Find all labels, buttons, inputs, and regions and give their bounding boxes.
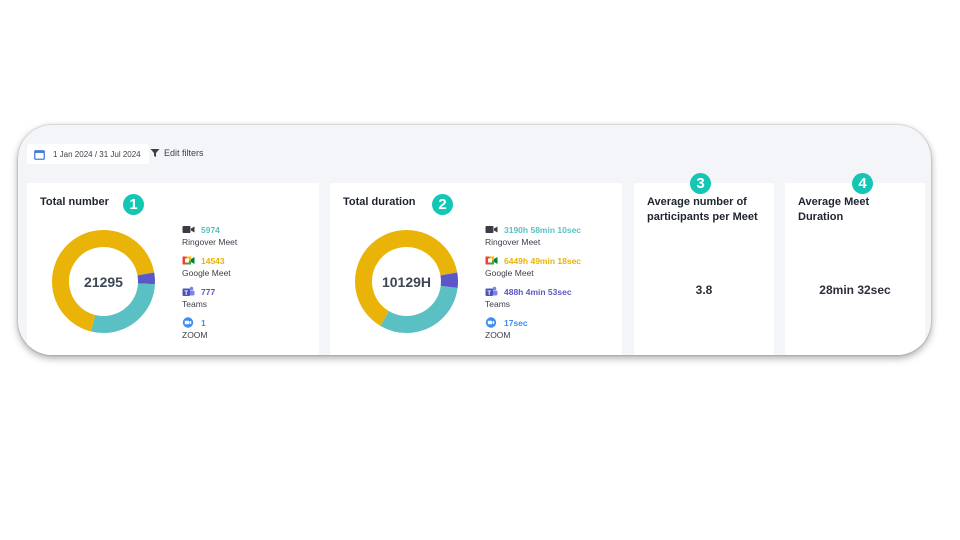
date-range-text: 1 Jan 2024 / 31 Jul 2024 — [53, 149, 141, 159]
step-badge-3: 3 — [690, 173, 711, 194]
legend-label: ZOOM — [182, 330, 208, 340]
total-duration-card: Total duration 2 10129H 3190h 58min 10se… — [330, 183, 622, 355]
filter-icon — [150, 149, 160, 157]
legend-label: Teams — [485, 299, 511, 309]
legend-item-teams: T 777 Teams — [182, 285, 332, 316]
legend-value: 777 — [201, 286, 216, 297]
ringover-icon — [182, 226, 195, 233]
avg-participants-card: Average number of participants per Meet … — [634, 173, 774, 355]
card-title-line: Average Meet — [798, 196, 870, 208]
legend-label: Google Meet — [485, 268, 534, 278]
legend-value: 5974 — [201, 224, 220, 235]
donut-center-value: 10129H — [381, 273, 432, 290]
donut-legend: 3190h 58min 10sec Ringover Meet 6449h 49… — [485, 223, 635, 347]
avg-duration-value: 28min 32sec — [819, 283, 891, 297]
card-title-line: Duration — [798, 211, 844, 223]
calendar-icon — [34, 149, 45, 160]
avg-duration-card: Average Meet Duration 4 28min 32sec — [785, 173, 925, 355]
svg-text:T: T — [184, 291, 188, 297]
legend-value: 1 — [201, 317, 206, 328]
zoom-icon — [182, 317, 194, 328]
card-title: Average Meet Duration — [798, 195, 869, 225]
step-badge-1: 1 — [123, 194, 144, 215]
legend-item-teams: T 488h 4min 53sec Teams — [485, 285, 635, 316]
legend-label: Ringover Meet — [485, 237, 541, 247]
edit-filters-button[interactable]: Edit filters — [150, 148, 204, 158]
meetings-stats-panel: 1 Jan 2024 / 31 Jul 2024 Edit filters To… — [18, 125, 931, 355]
teams-icon: T — [485, 286, 498, 297]
card-title: Total number — [40, 196, 109, 208]
legend-label: ZOOM — [485, 330, 511, 340]
card-title: Average number of participants per Meet — [647, 195, 758, 225]
legend-item-google-meet: 14543 Google Meet — [182, 254, 332, 285]
teams-icon: T — [182, 286, 195, 297]
step-badge-2: 2 — [432, 194, 453, 215]
donut-legend: 5974 Ringover Meet 14543 Google Meet T 7… — [182, 223, 332, 347]
legend-item-ringover: 3190h 58min 10sec Ringover Meet — [485, 223, 635, 254]
legend-item-zoom: 1 ZOOM — [182, 316, 332, 347]
legend-value: 14543 — [201, 255, 225, 266]
legend-item-google-meet: 6449h 49min 18sec Google Meet — [485, 254, 635, 285]
legend-value: 488h 4min 53sec — [504, 286, 572, 297]
donut-center-value: 21295 — [84, 273, 123, 290]
legend-label: Google Meet — [182, 268, 231, 278]
card-title-line: participants per Meet — [647, 211, 758, 223]
google-meet-icon — [485, 256, 498, 265]
legend-item-zoom: 17sec ZOOM — [485, 316, 635, 347]
card-title-line: Average number of — [647, 196, 747, 208]
total-number-card: Total number 1 21295 5974 Ringover Meet … — [27, 183, 319, 355]
date-range-picker[interactable]: 1 Jan 2024 / 31 Jul 2024 — [27, 144, 149, 164]
zoom-icon — [485, 317, 497, 328]
legend-label: Ringover Meet — [182, 237, 238, 247]
legend-value: 17sec — [504, 317, 528, 328]
legend-value: 3190h 58min 10sec — [504, 224, 582, 235]
legend-label: Teams — [182, 299, 208, 309]
legend-value: 6449h 49min 18sec — [504, 255, 582, 266]
legend-item-ringover: 5974 Ringover Meet — [182, 223, 332, 254]
card-title: Total duration — [343, 196, 416, 208]
edit-filters-label: Edit filters — [164, 148, 204, 158]
ringover-icon — [485, 226, 498, 233]
step-badge-4: 4 — [852, 173, 873, 194]
google-meet-icon — [182, 256, 195, 265]
avg-participants-value: 3.8 — [695, 283, 713, 297]
svg-text:T: T — [487, 291, 491, 297]
